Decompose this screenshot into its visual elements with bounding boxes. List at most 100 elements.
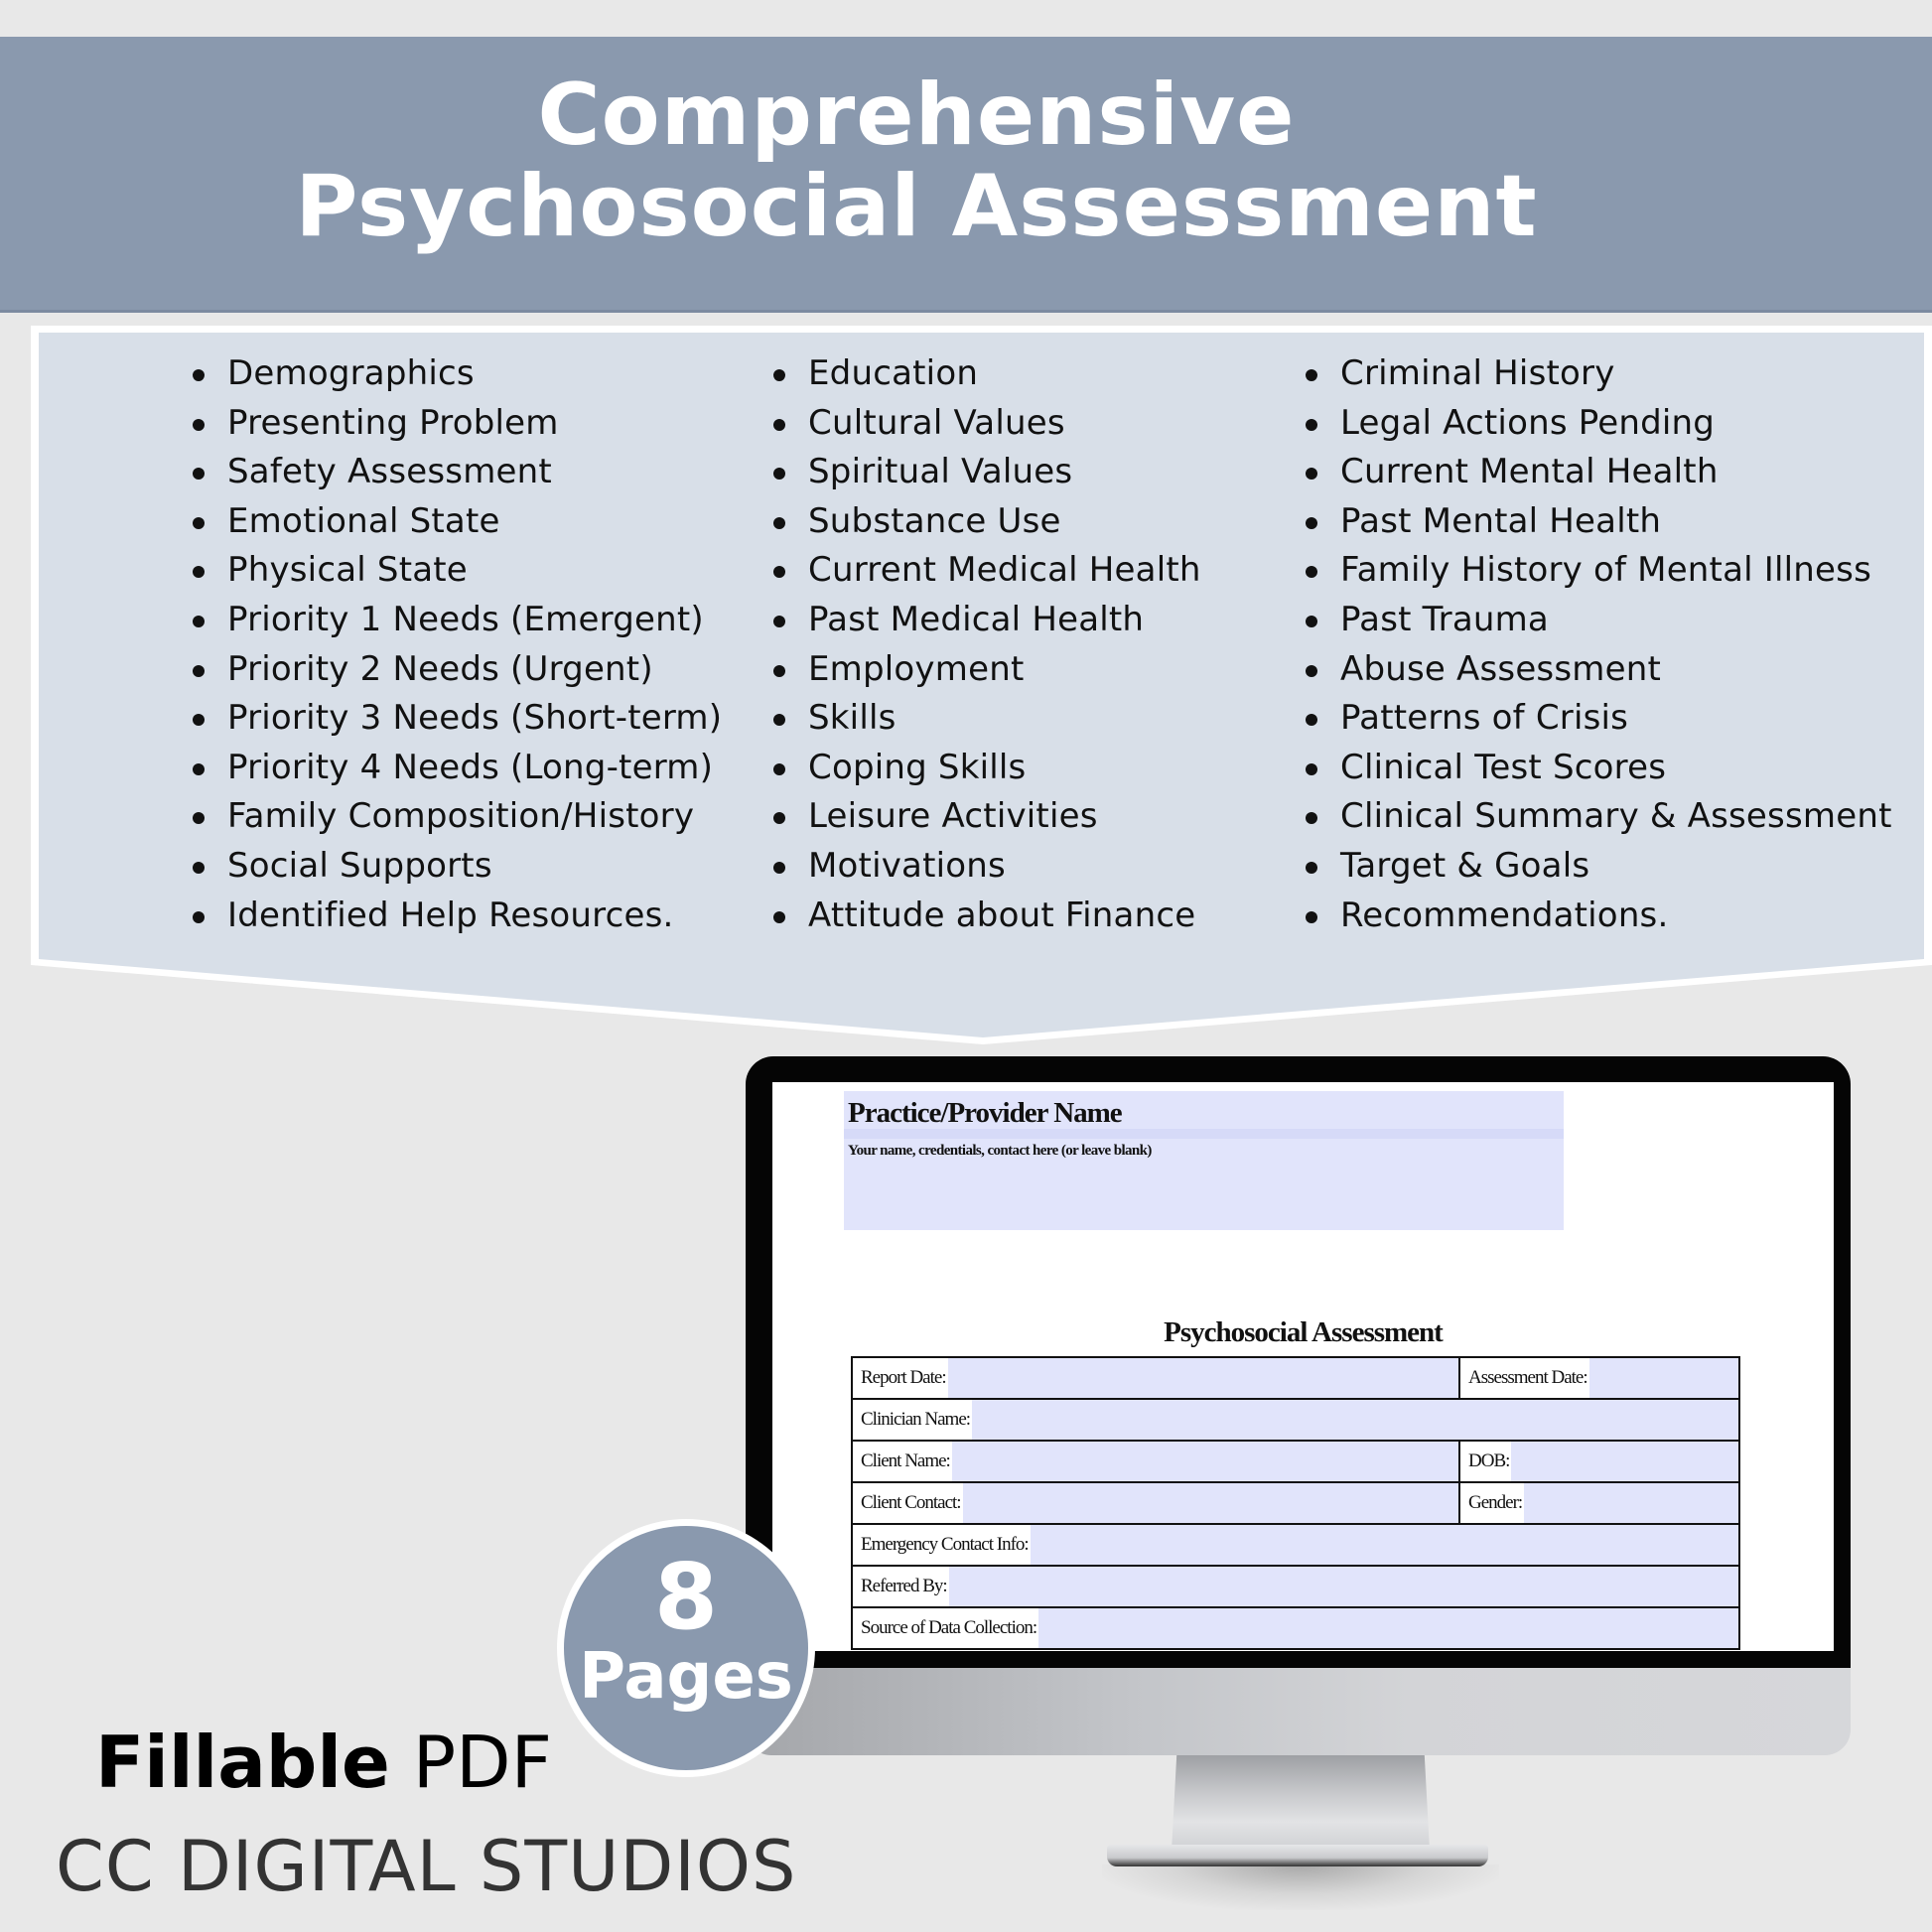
topics-column-3: Criminal History Legal Actions Pending Cur… bbox=[1306, 349, 1892, 940]
dob-label: DOB: bbox=[1460, 1442, 1512, 1481]
client-name-label: Client Name: bbox=[853, 1442, 952, 1481]
bullet-icon bbox=[193, 369, 205, 381]
monitor-stand bbox=[1172, 1755, 1430, 1851]
bullet-icon bbox=[773, 664, 785, 677]
bullet-icon bbox=[773, 714, 785, 727]
topic-label: Education bbox=[808, 353, 979, 393]
topic-label: Leisure Activities bbox=[808, 796, 1098, 837]
emergency-contact-input[interactable] bbox=[1030, 1525, 1738, 1565]
page-count-number: 8 bbox=[653, 1544, 718, 1650]
referred-by-input[interactable] bbox=[948, 1567, 1738, 1606]
topic-label: Substance Use bbox=[808, 500, 1061, 541]
topic-list-item: Substance Use bbox=[773, 497, 1201, 547]
bullet-icon bbox=[1306, 861, 1317, 874]
client-name-input[interactable] bbox=[951, 1442, 1458, 1481]
topic-list-item: Criminal History bbox=[1306, 349, 1892, 399]
source-of-data-label: Source of Data Collection: bbox=[853, 1608, 1039, 1648]
gender-input[interactable] bbox=[1524, 1483, 1738, 1523]
bullet-icon bbox=[1306, 418, 1317, 431]
provider-header-field[interactable]: Practice/Provider Name Your name, creden… bbox=[844, 1091, 1564, 1230]
bullet-icon bbox=[1306, 664, 1317, 677]
topic-list-item: Priority 2 Needs (Urgent) bbox=[193, 645, 722, 695]
topic-label: Abuse Assessment bbox=[1340, 648, 1661, 689]
topic-label: Priority 2 Needs (Urgent) bbox=[227, 648, 653, 689]
bullet-icon bbox=[773, 516, 785, 529]
topic-list-item: Identified Help Resources. bbox=[193, 892, 722, 941]
bullet-icon bbox=[1306, 762, 1317, 775]
topic-label: Employment bbox=[808, 648, 1025, 689]
topic-label: Spiritual Values bbox=[808, 452, 1073, 492]
topic-list-item: Priority 3 Needs (Short-term) bbox=[193, 694, 722, 744]
topic-label: Motivations bbox=[808, 845, 1006, 886]
report-date-label: Report Date: bbox=[853, 1358, 948, 1398]
topic-list-item: Spiritual Values bbox=[773, 448, 1201, 497]
assessment-date-label: Assessment Date: bbox=[1460, 1358, 1589, 1398]
bullet-icon bbox=[773, 468, 785, 481]
form-row: Client Contact: Gender: bbox=[851, 1483, 1740, 1525]
topic-list-item: Attitude about Finance bbox=[773, 892, 1201, 941]
topic-label: Family Composition/History bbox=[227, 796, 695, 837]
topic-list-item: Past Trauma bbox=[1306, 596, 1892, 645]
client-contact-input[interactable] bbox=[962, 1483, 1458, 1523]
bullet-icon bbox=[193, 468, 205, 481]
clinician-name-label: Clinician Name: bbox=[853, 1400, 973, 1440]
topic-list-item: Current Mental Health bbox=[1306, 448, 1892, 497]
client-contact-label: Client Contact: bbox=[853, 1483, 963, 1523]
clinician-name-input[interactable] bbox=[972, 1400, 1738, 1440]
topic-label: Cultural Values bbox=[808, 402, 1065, 443]
topic-list-item: Priority 1 Needs (Emergent) bbox=[193, 596, 722, 645]
page-count-badge: 8 Pages bbox=[557, 1519, 815, 1777]
bullet-icon bbox=[773, 861, 785, 874]
topic-label: Physical State bbox=[227, 550, 468, 591]
topic-list-item: Leisure Activities bbox=[773, 792, 1201, 842]
topic-list-item: Past Medical Health bbox=[773, 596, 1201, 645]
topic-list-item: Legal Actions Pending bbox=[1306, 399, 1892, 449]
topic-label: Attitude about Finance bbox=[808, 895, 1196, 935]
topic-list-item: Coping Skills bbox=[773, 744, 1201, 793]
topic-list-item: Abuse Assessment bbox=[1306, 645, 1892, 695]
topic-label: Skills bbox=[808, 698, 897, 739]
topic-list-item: Emotional State bbox=[193, 497, 722, 547]
topic-label: Clinical Summary & Assessment bbox=[1340, 796, 1892, 837]
format-label: Fillable PDF bbox=[95, 1718, 552, 1807]
bullet-icon bbox=[193, 418, 205, 431]
topic-label: Recommendations. bbox=[1340, 895, 1669, 935]
bullet-icon bbox=[773, 910, 785, 923]
bullet-icon bbox=[193, 812, 205, 825]
source-of-data-input[interactable] bbox=[1038, 1608, 1738, 1648]
form-table: Report Date: Assessment Date: Clinician … bbox=[851, 1356, 1740, 1650]
header-field-divider bbox=[844, 1129, 1564, 1139]
gender-label: Gender: bbox=[1460, 1483, 1525, 1523]
topics-column-1: Demographics Presenting Problem Safety Ass… bbox=[193, 349, 722, 940]
form-row: Referred By: bbox=[851, 1567, 1740, 1608]
title-line-1: Comprehensive bbox=[537, 66, 1296, 165]
topic-list-item: Clinical Summary & Assessment bbox=[1306, 792, 1892, 842]
form-row: Report Date: Assessment Date: bbox=[851, 1358, 1740, 1400]
topic-label: Past Medical Health bbox=[808, 599, 1145, 639]
page-title: Comprehensive Psychosocial Assessment bbox=[0, 69, 1833, 252]
monitor-shadow bbox=[1102, 1864, 1499, 1910]
report-date-input[interactable] bbox=[947, 1358, 1458, 1398]
topic-label: Identified Help Resources. bbox=[227, 895, 674, 935]
bullet-icon bbox=[193, 566, 205, 579]
title-line-2: Psychosocial Assessment bbox=[295, 157, 1538, 256]
bullet-icon bbox=[1306, 910, 1317, 923]
topic-label: Priority 3 Needs (Short-term) bbox=[227, 698, 723, 739]
bullet-icon bbox=[193, 861, 205, 874]
topic-label: Past Mental Health bbox=[1340, 500, 1662, 541]
bullet-icon bbox=[1306, 516, 1317, 529]
topic-list-item: Family History of Mental Illness bbox=[1306, 546, 1892, 596]
bullet-icon bbox=[193, 762, 205, 775]
topic-list-item: Recommendations. bbox=[1306, 892, 1892, 941]
assessment-date-input[interactable] bbox=[1588, 1358, 1738, 1398]
dob-input[interactable] bbox=[1511, 1442, 1738, 1481]
topic-list-item: Past Mental Health bbox=[1306, 497, 1892, 547]
topic-list-item: Clinical Test Scores bbox=[1306, 744, 1892, 793]
topic-list-item: Current Medical Health bbox=[773, 546, 1201, 596]
topic-list-item: Demographics bbox=[193, 349, 722, 399]
monitor-base bbox=[1107, 1845, 1488, 1866]
bullet-icon bbox=[1306, 369, 1317, 381]
monitor-screen: Practice/Provider Name Your name, creden… bbox=[772, 1082, 1834, 1651]
format-label-rest: PDF bbox=[389, 1721, 553, 1804]
topic-label: Target & Goals bbox=[1340, 845, 1590, 886]
